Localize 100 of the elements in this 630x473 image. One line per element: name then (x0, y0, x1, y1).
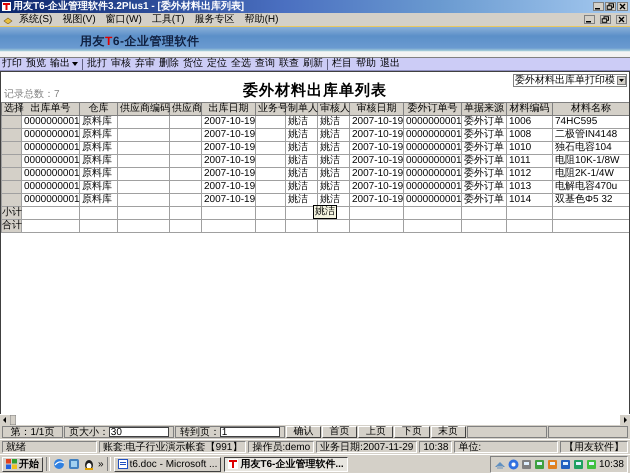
close-icon[interactable] (617, 2, 628, 11)
table-cell: 0000000001 (404, 128, 462, 142)
window-title: 用友T6-企业管理软件3.2Plus1 - [委外材料出库列表] (13, 0, 246, 13)
table-cell: 电阻10K-1/8W (552, 154, 629, 168)
column-header[interactable]: 单据来源 (462, 102, 506, 116)
restore-icon[interactable] (600, 15, 611, 24)
pager-button[interactable]: 末页 (430, 426, 466, 438)
minimize-icon[interactable] (593, 2, 604, 11)
menu-item[interactable]: 工具(T) (146, 14, 190, 26)
toolbar-button[interactable]: 帮助 (354, 58, 378, 70)
row-selector-button[interactable] (2, 194, 22, 206)
toolbar-button[interactable]: 刷新 (301, 58, 325, 70)
table-cell: 2007-10-19 (350, 116, 404, 128)
toolbar-button[interactable]: 定位 (205, 58, 229, 70)
toolbar-button[interactable]: 查询 (253, 58, 277, 70)
row-selector-button[interactable] (2, 116, 22, 128)
menu-item[interactable]: 视图(V) (57, 14, 101, 26)
table-cell: 2007-10-19 (202, 116, 256, 128)
go-to-page-label: 转到页： (180, 426, 220, 438)
penguin-icon[interactable] (83, 458, 95, 470)
template-dropdown[interactable]: 委外材料出库单打印模 (513, 74, 627, 87)
table-cell: 姚洁 (286, 154, 318, 168)
scroll-thumb[interactable] (10, 415, 16, 425)
browser-icon[interactable] (53, 458, 65, 470)
toolbar-button[interactable]: 预览 (24, 58, 48, 70)
table-cell: 2007-10-19 (350, 142, 404, 154)
toolbar-button[interactable]: 删除 (157, 58, 181, 70)
column-header[interactable]: 供应商 (170, 102, 202, 116)
toolbar-button[interactable]: 全选 (229, 58, 253, 70)
column-header[interactable]: 委外订单号 (404, 102, 462, 116)
column-header[interactable]: 仓库 (80, 102, 118, 116)
menu-item[interactable]: 服务专区 (190, 14, 240, 26)
toolbar-button[interactable]: 审核 (109, 58, 133, 70)
help-icon[interactable] (508, 458, 519, 470)
column-header[interactable]: 出库日期 (202, 102, 256, 116)
system-menu-icon[interactable] (3, 16, 13, 24)
caret-icon (72, 62, 78, 66)
column-header[interactable]: 审核日期 (350, 102, 404, 116)
table-cell: 0000000001 (22, 180, 80, 194)
row-selector-button[interactable] (2, 154, 22, 168)
status-field: 就绪 (2, 441, 97, 453)
record-count: 记录总数：7 (3, 88, 60, 101)
table-cell: 0000000001 (404, 116, 462, 128)
scroll-left-button[interactable] (0, 415, 10, 425)
table-cell: 1013 (506, 180, 552, 194)
pager-button[interactable]: 首页 (322, 426, 358, 438)
table-cell: 0000000001 (22, 128, 80, 142)
menu-item[interactable]: 帮助(H) (240, 14, 284, 26)
column-header[interactable]: 材料名称 (552, 102, 629, 116)
column-header[interactable]: 选择 (2, 102, 22, 116)
scroll-right-button[interactable] (620, 415, 630, 425)
table-cell: 0000000001 (22, 116, 80, 128)
restore-icon[interactable] (605, 2, 616, 11)
tray-icon[interactable] (572, 458, 584, 470)
toolbar-button[interactable]: 批打 (85, 58, 109, 70)
row-selector-button[interactable] (2, 142, 22, 154)
taskbar-button[interactable]: 用友T6-企业管理软件... (224, 456, 348, 472)
tray-icon[interactable] (520, 458, 532, 470)
table-cell: 姚洁 (318, 116, 350, 128)
toolbar-button[interactable]: 打印 (0, 58, 24, 70)
toolbar-button[interactable]: 栏目 (330, 58, 354, 70)
report-title: 委外材料出库单列表 (243, 82, 387, 99)
column-header[interactable]: 审核人 (318, 102, 350, 116)
toolbar-button[interactable]: 货位 (181, 58, 205, 70)
table-cell: 原料库 (80, 180, 118, 194)
start-button[interactable]: 开始 (2, 456, 43, 472)
table-cell: 二极管IN4148 (552, 128, 629, 142)
column-header[interactable]: 材料编码 (506, 102, 552, 116)
row-selector-button[interactable] (2, 168, 22, 180)
minimize-icon[interactable] (584, 15, 595, 24)
table-cell: 独石电容104 (552, 142, 629, 154)
pager-button[interactable]: 确认 (286, 426, 321, 438)
pager-button[interactable]: 下页 (394, 426, 430, 438)
tray-icon[interactable] (560, 458, 571, 470)
tooltip: 姚洁 (313, 205, 337, 219)
menu-item[interactable]: 系统(S) (14, 14, 58, 26)
table-cell: 委外订单 (462, 180, 506, 194)
table-cell: 姚洁 (286, 128, 318, 142)
table-cell: 委外订单 (462, 116, 506, 128)
toolbar-button[interactable]: 退出 (378, 58, 402, 70)
table-cell: 2007-10-19 (202, 154, 256, 168)
pager-button[interactable]: 上页 (358, 426, 394, 438)
column-header[interactable]: 业务号 (256, 102, 286, 116)
toolbar-button[interactable]: 弃审 (133, 58, 157, 70)
row-selector-button[interactable] (2, 128, 22, 142)
taskbar-button[interactable]: t6.doc - Microsoft ... (114, 456, 222, 472)
more-button[interactable]: » (98, 458, 104, 470)
menu-item[interactable]: 窗口(W) (100, 14, 147, 26)
column-header[interactable]: 供应商编码 (118, 102, 170, 116)
close-icon[interactable] (616, 15, 627, 24)
tray-icon[interactable] (534, 458, 545, 470)
status-field: 账套:电子行业演示帐套【991】 (98, 441, 246, 453)
export-dropdown-button[interactable]: 输出 (48, 58, 80, 70)
table-cell: 2007-10-19 (202, 180, 256, 194)
table-cell: 姚洁 (318, 128, 350, 142)
toolbar-button[interactable]: 联查 (277, 58, 301, 70)
table-cell: 姚洁 (286, 142, 318, 154)
table-cell: 2007-10-19 (202, 194, 256, 206)
row-selector-button[interactable] (2, 180, 22, 194)
tray-icon[interactable] (546, 458, 558, 470)
